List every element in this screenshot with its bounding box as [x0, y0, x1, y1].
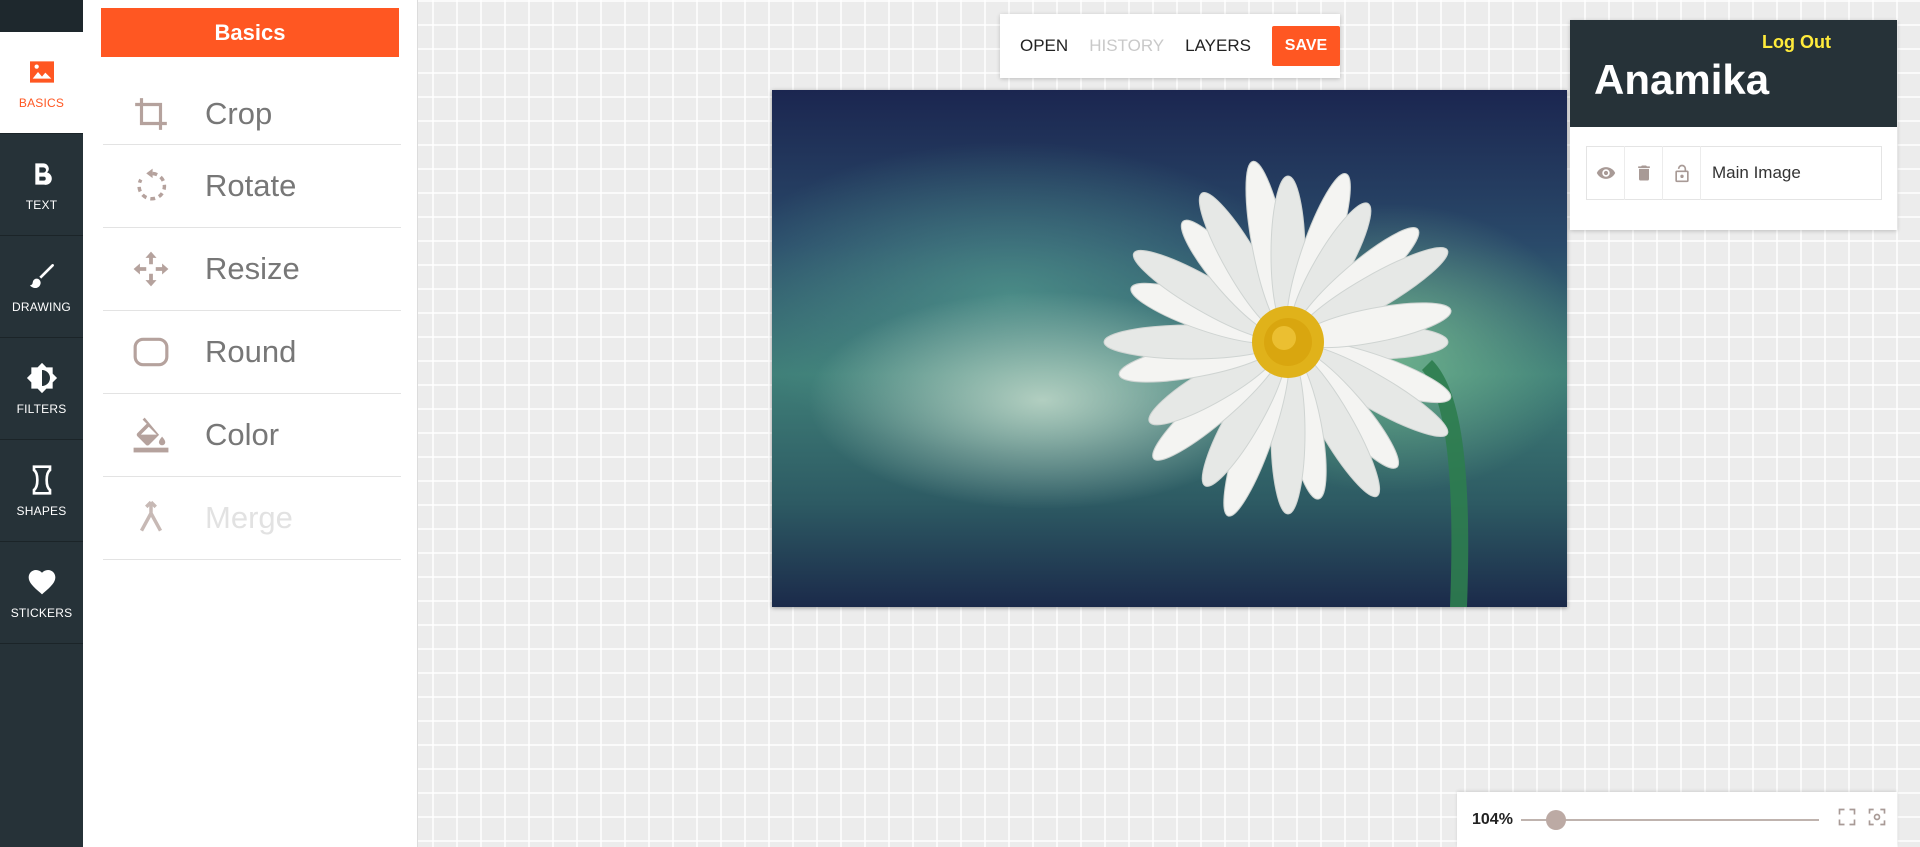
tool-label: Rotate — [205, 168, 297, 203]
rotate-icon — [137, 168, 167, 201]
user-header: Log Out Anamika — [1570, 20, 1897, 127]
fit-screen-icon — [1868, 808, 1886, 826]
user-panel: Log Out Anamika Main Image — [1570, 20, 1897, 230]
fit-to-screen-button[interactable] — [1867, 807, 1887, 832]
editor-canvas[interactable] — [772, 90, 1567, 607]
history-button[interactable]: HISTORY — [1089, 36, 1164, 56]
tool-label: Merge — [205, 500, 293, 535]
zoom-actions — [1837, 807, 1897, 832]
zoom-slider[interactable] — [1520, 809, 1819, 830]
slider-thumb[interactable] — [1546, 809, 1567, 830]
crop-icon — [135, 97, 167, 130]
open-button[interactable]: OPEN — [1020, 36, 1068, 56]
visibility-toggle[interactable] — [1587, 146, 1625, 200]
save-button[interactable]: SAVE — [1271, 26, 1340, 66]
sidebar-item-label: STICKERS — [10, 605, 73, 620]
tool-crop[interactable]: Crop — [103, 83, 401, 145]
brush-icon — [29, 263, 54, 288]
rounded-rect-icon — [133, 337, 169, 367]
hourglass-shape-icon — [32, 464, 51, 495]
sidebar-item-shapes[interactable]: SHAPES — [0, 440, 83, 542]
logout-link[interactable]: Log Out — [1762, 32, 1831, 53]
sidebar-item-stickers[interactable]: STICKERS — [0, 542, 83, 644]
sidebar-item-label: BASICS — [18, 95, 65, 110]
tool-label: Crop — [205, 95, 273, 131]
tool-panel: Basics Crop Rotate Resize Round Color Me… — [83, 0, 418, 847]
tool-round[interactable]: Round — [103, 311, 401, 394]
sidebar-item-label: TEXT — [25, 197, 58, 212]
sidebar-item-text[interactable]: TEXT — [0, 134, 83, 236]
bold-icon — [34, 162, 52, 185]
tool-color[interactable]: Color — [103, 394, 401, 477]
merge-icon — [139, 500, 163, 532]
tool-label: Round — [205, 334, 297, 369]
sidebar-item-label: FILTERS — [16, 401, 67, 416]
sidebar-item-label: SHAPES — [16, 503, 67, 518]
panel-title: Basics — [101, 8, 399, 57]
rail-top-strip — [0, 0, 83, 32]
sidebar-item-filters[interactable]: FILTERS — [0, 338, 83, 440]
lock-layer-button[interactable] — [1663, 146, 1701, 200]
eye-icon — [1596, 167, 1615, 179]
username: Anamika — [1594, 56, 1770, 103]
image-icon — [29, 60, 54, 83]
lock-open-icon — [1674, 164, 1689, 183]
sidebar-rail: BASICS TEXT DRAWING FILTERS SHAPES STICK… — [0, 0, 83, 847]
fullscreen-button[interactable] — [1837, 807, 1857, 832]
move-icon — [133, 251, 169, 287]
tool-label: Color — [205, 417, 280, 452]
sidebar-item-basics[interactable]: BASICS — [0, 32, 83, 134]
brightness-icon — [26, 362, 57, 393]
tool-rotate[interactable]: Rotate — [103, 145, 401, 228]
heart-icon — [28, 569, 55, 594]
zoom-level: 104% — [1472, 810, 1513, 828]
layers-button[interactable]: LAYERS — [1185, 36, 1251, 56]
sidebar-item-label: DRAWING — [12, 299, 71, 314]
fill-bucket-icon — [133, 417, 169, 453]
tool-list: Crop Rotate Resize Round Color Merge — [103, 83, 401, 560]
daisy-image — [1103, 160, 1469, 607]
zoom-bar: 104% — [1457, 792, 1897, 847]
trash-icon — [1637, 165, 1650, 181]
top-toolbar: OPEN HISTORY LAYERS SAVE — [1000, 14, 1340, 78]
delete-layer-button[interactable] — [1625, 146, 1663, 200]
tool-resize[interactable]: Resize — [103, 228, 401, 311]
layer-name: Main Image — [1712, 163, 1801, 182]
tool-merge[interactable]: Merge — [103, 477, 401, 560]
fullscreen-icon — [1838, 808, 1856, 826]
layer-row[interactable]: Main Image — [1586, 146, 1882, 200]
tool-label: Resize — [205, 251, 300, 286]
sidebar-item-drawing[interactable]: DRAWING — [0, 236, 83, 338]
